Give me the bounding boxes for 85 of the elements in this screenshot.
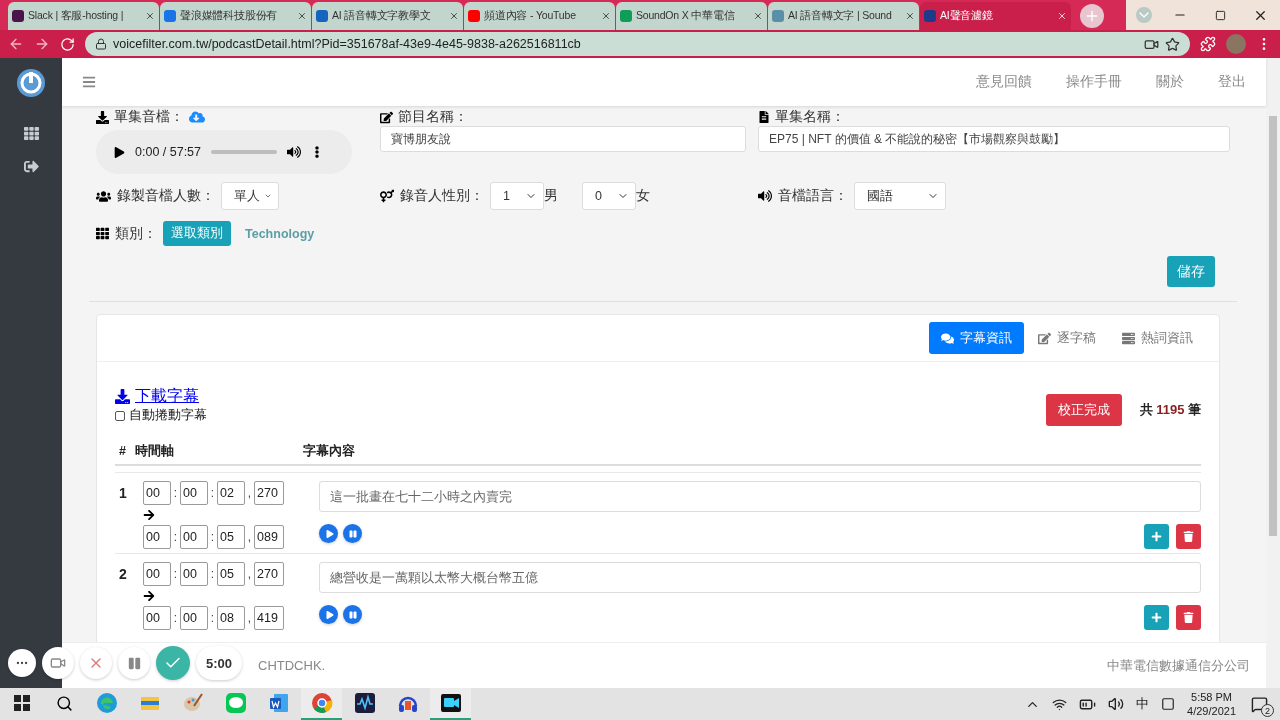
subtitle-text-field[interactable]: 總營收是一萬顆以太幣大概台幣五億 — [319, 562, 1201, 593]
time-separator: , — [246, 611, 253, 625]
nav-link[interactable]: 意見回饋 — [976, 73, 1032, 91]
time-field[interactable]: 05 — [217, 562, 245, 586]
time-separator: : — [209, 530, 216, 544]
time-separator: , — [246, 530, 253, 544]
subtitle-text-field[interactable]: 這一批畫在七十二小時之內賣完 — [319, 481, 1201, 512]
tab-title: Slack | 客服-hosting | — [28, 9, 124, 23]
field-label: 錄製音檔人數： — [117, 187, 215, 205]
column-header: 字幕內容 — [303, 442, 355, 460]
program-name-field[interactable]: 寶博朋友說 — [380, 126, 746, 152]
time-field[interactable]: 00 — [180, 562, 208, 586]
browser-tab[interactable]: AI 語音轉文字 | Sound — [768, 2, 919, 30]
time-field[interactable]: 00 — [180, 525, 208, 549]
browser-tab[interactable]: AI 語音轉文字教學文 — [312, 2, 463, 30]
time-field[interactable]: 00 — [143, 606, 171, 630]
panel-tab[interactable]: 熱詞資訊 — [1110, 322, 1205, 354]
download-subtitles-link[interactable]: 下載字幕 — [135, 386, 199, 407]
checkbox-label: 自動捲動字幕 — [129, 407, 207, 424]
row-number: 2 — [119, 565, 128, 584]
browser-tab[interactable]: Slack | 客服-hosting | — [8, 2, 159, 30]
field-label: 女 — [636, 187, 650, 205]
tab-title: SoundOn X 中華電信 — [636, 9, 735, 23]
field-label: 錄音人性別： — [400, 187, 484, 205]
browser-tab[interactable]: 頻道內容 - YouTube — [464, 2, 615, 30]
time-field[interactable]: 270 — [254, 481, 284, 505]
field-label: 單集名稱： — [775, 108, 845, 126]
browser-tab[interactable]: AI聲音濾鏡 — [920, 2, 1071, 30]
nav-link[interactable]: 登出 — [1218, 73, 1246, 91]
player-time: 0:00 / 57:57 — [135, 145, 202, 159]
field-label: 音檔語言： — [778, 187, 848, 205]
episode-name-field[interactable]: EP75 | NFT 的價值 & 不能說的秘密【市場觀察與鼓勵】 — [758, 126, 1230, 152]
browser-tab[interactable]: SoundOn X 中華電信 — [616, 2, 767, 30]
panel-tab[interactable]: 字幕資訊 — [929, 322, 1024, 354]
copyright-text: CHTDCHK. — [258, 658, 326, 673]
time-separator: : — [172, 530, 179, 544]
time-field[interactable]: 02 — [217, 481, 245, 505]
field-label: 單集音檔： — [114, 108, 184, 126]
tab-title: AI聲音濾鏡 — [940, 9, 993, 23]
tab-title: AI 語音轉文字教學文 — [332, 9, 431, 23]
total-count: 共 1195 筆 — [1139, 401, 1201, 419]
finish-proofreading-button[interactable]: 校正完成 — [1045, 394, 1122, 426]
field-label: 類別： — [115, 224, 157, 243]
column-header: 時間軸 — [135, 442, 175, 460]
time-separator: , — [246, 486, 253, 500]
input-method[interactable]: 中 — [1136, 695, 1150, 713]
field-label: 男 — [544, 187, 558, 205]
notification-count: 2 — [1261, 704, 1274, 717]
language-select[interactable]: 國語 — [854, 182, 946, 210]
time-separator: : — [209, 567, 216, 581]
time-field[interactable]: 00 — [180, 606, 208, 630]
url-text: voicefilter.com.tw/podcastDetail.html?Pid=351678af-43e9-4e45-9838-a262516811cb — [113, 37, 582, 51]
address-bar[interactable]: voicefilter.com.tw/podcastDetail.html?Pid=351678af-43e9-4e45-9838-a262516811cb — [85, 32, 1190, 56]
time-field[interactable]: 089 — [254, 525, 284, 549]
row-number: 1 — [119, 484, 128, 503]
male-count-select[interactable]: 1 — [490, 182, 544, 210]
time-field[interactable]: 270 — [254, 562, 284, 586]
time-separator: : — [209, 611, 216, 625]
panel-tab[interactable]: 逐字稿 — [1026, 322, 1108, 354]
female-count-select[interactable]: 0 — [582, 182, 636, 210]
audio-player[interactable]: 0:00 / 57:57 — [96, 130, 352, 174]
time-field[interactable]: 08 — [217, 606, 245, 630]
time-field[interactable]: 00 — [143, 481, 171, 505]
time-separator: : — [172, 486, 179, 500]
time-separator: : — [172, 567, 179, 581]
time-field[interactable]: 00 — [180, 481, 208, 505]
time-field[interactable]: 05 — [217, 525, 245, 549]
time-field[interactable]: 419 — [254, 606, 284, 630]
tab-title: AI 語音轉文字 | Sound — [788, 9, 892, 23]
time-field[interactable]: 00 — [143, 525, 171, 549]
browser-tab[interactable]: 聲浪媒體科技股份有 — [160, 2, 311, 30]
time-separator: : — [209, 486, 216, 500]
time-field[interactable]: 00 — [143, 562, 171, 586]
time-separator: : — [172, 611, 179, 625]
nav-link[interactable]: 操作手冊 — [1066, 73, 1122, 91]
company-name: 中華電信數據通信分公司 — [1107, 656, 1250, 675]
category-value: Technology — [245, 226, 315, 241]
tab-title: 頻道內容 - YouTube — [484, 9, 576, 23]
nav-link[interactable]: 關於 — [1156, 73, 1184, 91]
field-label: 節目名稱： — [398, 108, 468, 126]
speakers-select[interactable]: 單人 — [221, 182, 279, 210]
tab-title: 聲浪媒體科技股份有 — [180, 9, 278, 23]
clock[interactable]: 5:58 PM 4/29/2021 — [1187, 689, 1236, 719]
column-header: # — [119, 444, 127, 458]
time-separator: , — [246, 567, 253, 581]
